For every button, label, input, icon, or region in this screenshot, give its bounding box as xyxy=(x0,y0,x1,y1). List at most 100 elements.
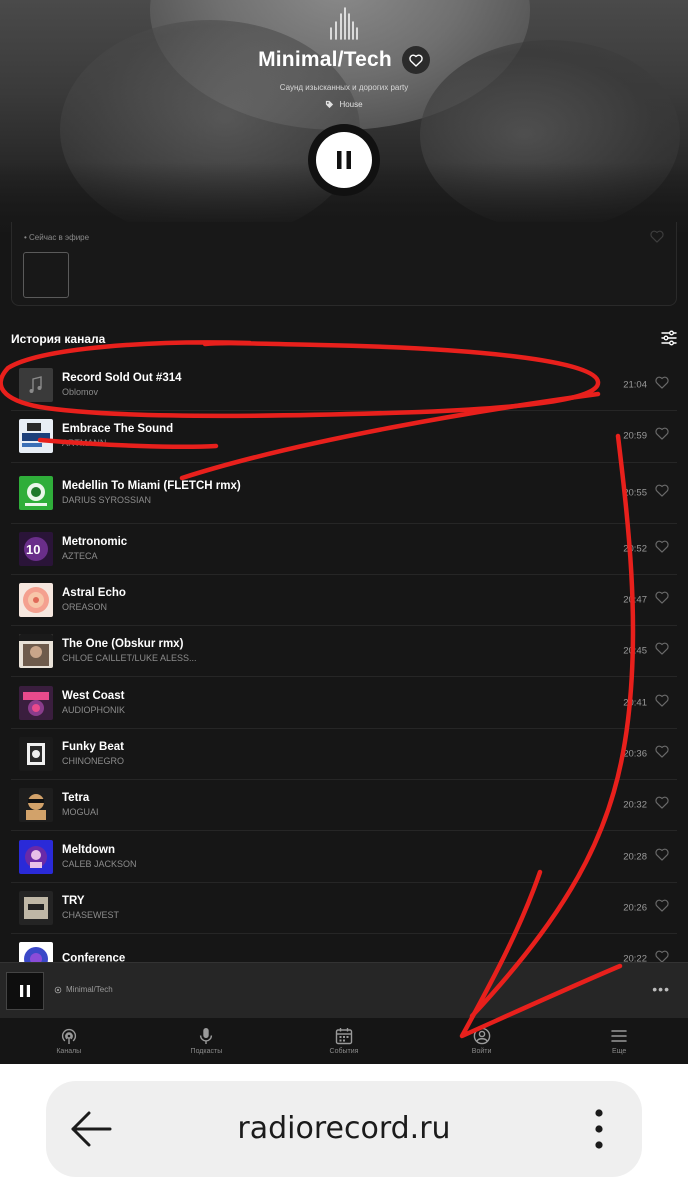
track-cover xyxy=(19,583,53,618)
track-cover xyxy=(19,634,53,669)
track-cover xyxy=(19,419,53,454)
track-info: Medellin To Miami (FLETCH rmx) DARIUS SYR… xyxy=(62,479,602,507)
track-title: TRY xyxy=(62,894,85,907)
track-row[interactable]: Embrace The Sound ARTMANN 20:59 xyxy=(11,411,677,463)
track-artist: OREASON xyxy=(62,602,108,613)
mini-player-station-label: Minimal/Tech xyxy=(66,985,113,994)
mini-player-station: Minimal/Tech xyxy=(54,985,113,994)
track-title: Medellin To Miami (FLETCH rmx) xyxy=(62,479,241,492)
pause-button[interactable] xyxy=(308,124,380,196)
track-history-list: Record Sold Out #314 Oblomov 21:04 Embrace … xyxy=(11,360,677,986)
track-info: West Coast AUDIOPHONIK xyxy=(62,689,602,717)
track-title: Metronomic xyxy=(62,535,128,548)
nav-label: Каналы xyxy=(56,1048,82,1055)
track-title: Meltdown xyxy=(62,843,116,856)
track-row[interactable]: Medellin To Miami (FLETCH rmx) DARIUS SYR… xyxy=(11,463,677,524)
station-title: Minimal/Tech xyxy=(258,48,392,71)
kebab-menu-icon[interactable] xyxy=(594,1109,604,1149)
heart-icon xyxy=(655,694,669,707)
heart-icon xyxy=(655,591,669,604)
track-artist: CHINONEGRO xyxy=(62,755,125,766)
nav-label: Еще xyxy=(612,1048,627,1055)
track-row[interactable]: West Coast AUDIOPHONIK 20:41 xyxy=(11,677,677,729)
like-track-button[interactable] xyxy=(655,745,669,763)
filter-icon[interactable] xyxy=(661,330,677,346)
app-screen: Minimal/Tech Саунд изысканных и дорогих … xyxy=(0,0,688,1064)
like-track-button[interactable] xyxy=(655,899,669,917)
svg-text:10: 10 xyxy=(26,542,40,557)
like-track-button[interactable] xyxy=(655,796,669,814)
like-track-button[interactable] xyxy=(655,642,669,660)
track-title: The One (Obskur rmx) xyxy=(62,638,184,651)
nav-channels[interactable]: Каналы xyxy=(0,1018,138,1064)
track-title: Astral Echo xyxy=(62,587,126,600)
heart-icon xyxy=(655,484,669,497)
nav-label: Подкасты xyxy=(190,1048,223,1055)
heart-icon[interactable] xyxy=(650,230,664,243)
now-on-air-card: • Сейчас в эфире xyxy=(11,222,677,306)
station-hero: Minimal/Tech Саунд изысканных и дорогих … xyxy=(0,0,688,232)
track-title: Embrace The Sound xyxy=(62,423,174,436)
nav-label: Войти xyxy=(471,1048,492,1055)
like-track-button[interactable] xyxy=(655,540,669,558)
like-track-button[interactable] xyxy=(655,591,669,609)
like-track-button[interactable] xyxy=(655,376,669,394)
more-options-icon[interactable]: ••• xyxy=(652,981,670,997)
station-logo-icon xyxy=(330,7,358,40)
bottom-navigation: Каналы Подкасты События Войти Еще xyxy=(0,1018,688,1064)
track-title: Record Sold Out #314 xyxy=(62,372,182,385)
nav-label: События xyxy=(329,1048,359,1055)
nav-events[interactable]: События xyxy=(275,1018,413,1064)
track-cover xyxy=(19,839,53,874)
heart-icon xyxy=(655,848,669,861)
track-row[interactable]: Funky Beat CHINONEGRO 20:36 xyxy=(11,729,677,781)
track-row[interactable]: Astral Echo OREASON 20:47 xyxy=(11,575,677,627)
track-row[interactable]: Tetra MOGUAI 20:32 xyxy=(11,780,677,832)
heart-icon xyxy=(655,899,669,912)
mini-pause-button[interactable] xyxy=(6,972,44,1010)
track-time: 20:36 xyxy=(623,748,647,760)
browser-bottom-bar: radiorecord.ru xyxy=(0,1064,688,1200)
like-track-button[interactable] xyxy=(655,427,669,445)
nav-more[interactable]: Еще xyxy=(550,1018,688,1064)
like-track-button[interactable] xyxy=(655,694,669,712)
track-title: Funky Beat xyxy=(62,740,124,753)
track-artist: AZTECA xyxy=(62,550,98,561)
heart-icon xyxy=(655,540,669,553)
address-bar[interactable]: radiorecord.ru xyxy=(46,1081,642,1177)
history-header: История канала xyxy=(11,330,677,348)
track-info: Embrace The Sound ARTMANN xyxy=(62,422,602,450)
track-info: Record Sold Out #314 Oblomov xyxy=(62,371,602,399)
like-track-button[interactable] xyxy=(655,848,669,866)
track-info: Funky Beat CHINONEGRO xyxy=(62,740,602,768)
nav-podcasts[interactable]: Подкасты xyxy=(138,1018,276,1064)
menu-icon xyxy=(611,1030,627,1042)
nav-login[interactable]: Войти xyxy=(413,1018,551,1064)
mini-player[interactable]: Minimal/Tech ••• xyxy=(0,962,688,1018)
track-row[interactable]: Record Sold Out #314 Oblomov 21:04 xyxy=(11,360,677,412)
track-row[interactable]: TRY CHASEWEST 20:26 xyxy=(11,883,677,934)
track-row[interactable]: The One (Obskur rmx) CHLOE CAILLET/LUKE A… xyxy=(11,626,677,678)
favorite-station-button[interactable] xyxy=(401,46,430,74)
track-time: 20:32 xyxy=(623,799,647,811)
track-info: Metronomic AZTECA xyxy=(62,535,602,563)
station-subtitle: Саунд изысканных и дорогих party xyxy=(279,83,409,92)
track-artist: CHASEWEST xyxy=(62,909,120,920)
track-cover: 10 xyxy=(19,531,53,566)
like-track-button[interactable] xyxy=(655,484,669,502)
pause-icon xyxy=(337,151,351,169)
track-title: Tetra xyxy=(62,792,90,805)
track-cover xyxy=(19,736,53,771)
track-row[interactable]: 10 Metronomic AZTECA 20:52 xyxy=(11,524,677,575)
track-row[interactable]: Meltdown CALEB JACKSON 20:28 xyxy=(11,831,677,883)
tag-icon xyxy=(326,100,334,109)
genre-tag[interactable]: House xyxy=(0,100,688,109)
url-text[interactable]: radiorecord.ru xyxy=(46,1111,642,1146)
track-time: 20:28 xyxy=(623,851,647,863)
heart-icon xyxy=(655,642,669,655)
track-info: Astral Echo OREASON xyxy=(62,586,602,614)
now-on-air-cover xyxy=(23,252,69,298)
track-cover xyxy=(19,685,53,720)
track-info: TRY CHASEWEST xyxy=(62,894,602,922)
track-artist: ARTMANN xyxy=(62,438,107,449)
